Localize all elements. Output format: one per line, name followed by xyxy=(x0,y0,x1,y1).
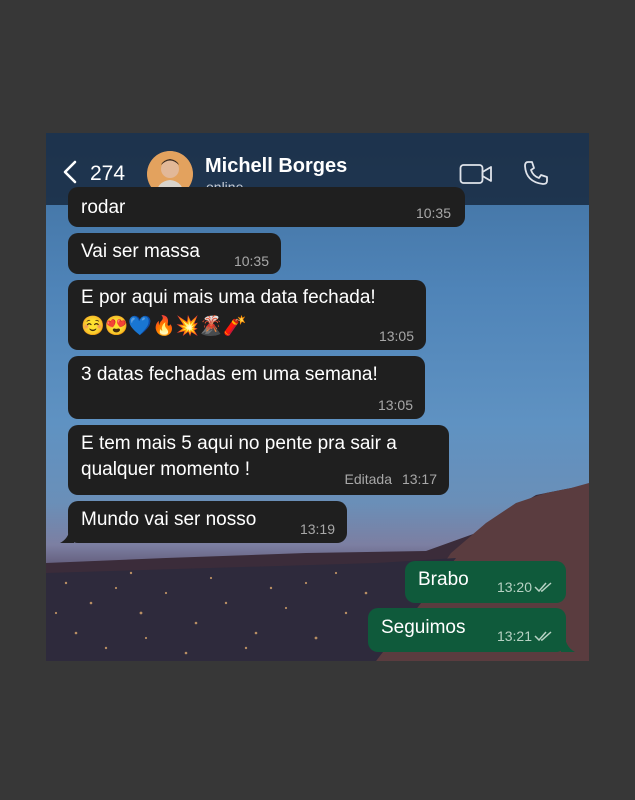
message-text: Vai ser massa xyxy=(81,241,200,262)
double-check-icon xyxy=(534,582,552,593)
message-text: 3 datas fechadas em uma semana! xyxy=(81,364,378,385)
message-bubble-outgoing[interactable]: Brabo 13:20 xyxy=(405,561,566,603)
back-button[interactable] xyxy=(58,159,84,185)
message-time: 13:05 xyxy=(378,328,414,344)
message-text-line-1: E tem mais 5 aqui no pente pra sair a xyxy=(81,433,397,454)
message-time: 13:17 xyxy=(401,471,437,487)
message-text: E por aqui mais uma data fechada! xyxy=(81,287,376,308)
bubble-tail xyxy=(60,529,74,543)
chat-screen: 274 Michell Borges online rodar 10:35 Va… xyxy=(46,133,589,661)
message-text: Brabo xyxy=(418,569,469,590)
bubble-tail xyxy=(561,638,575,652)
message-time: 13:21 xyxy=(496,628,532,644)
phone-call-icon[interactable] xyxy=(522,159,550,187)
message-bubble[interactable]: E por aqui mais uma data fechada! ☺️😍💙🔥💥… xyxy=(68,280,426,350)
message-time: 13:05 xyxy=(377,397,413,413)
contact-name[interactable]: Michell Borges xyxy=(205,155,347,178)
message-time: 13:20 xyxy=(496,579,532,595)
message-text-line-2: qualquer momento ! xyxy=(81,459,250,480)
message-bubble[interactable]: 3 datas fechadas em uma semana! 13:05 xyxy=(68,356,425,419)
message-bubble[interactable]: Mundo vai ser nosso 13:19 xyxy=(68,501,347,543)
message-bubble[interactable]: E tem mais 5 aqui no pente pra sair a qu… xyxy=(68,425,449,495)
chevron-left-icon xyxy=(63,160,77,184)
unread-count[interactable]: 274 xyxy=(90,162,125,186)
double-check-icon xyxy=(534,631,552,642)
message-time: 10:35 xyxy=(233,253,269,269)
message-time: 10:35 xyxy=(415,205,451,221)
message-bubble[interactable]: Vai ser massa 10:35 xyxy=(68,233,281,274)
message-text: Mundo vai ser nosso xyxy=(81,509,257,530)
message-bubble-outgoing[interactable]: Seguimos 13:21 xyxy=(368,608,566,652)
message-text: rodar xyxy=(81,197,126,218)
edited-label: Editada xyxy=(344,471,392,487)
video-call-icon[interactable] xyxy=(459,163,493,185)
message-text: Seguimos xyxy=(381,617,466,638)
message-bubble[interactable]: rodar 10:35 xyxy=(68,187,465,227)
message-emojis: ☺️😍💙🔥💥🌋🧨 xyxy=(81,316,247,337)
message-time: 13:19 xyxy=(299,521,335,537)
